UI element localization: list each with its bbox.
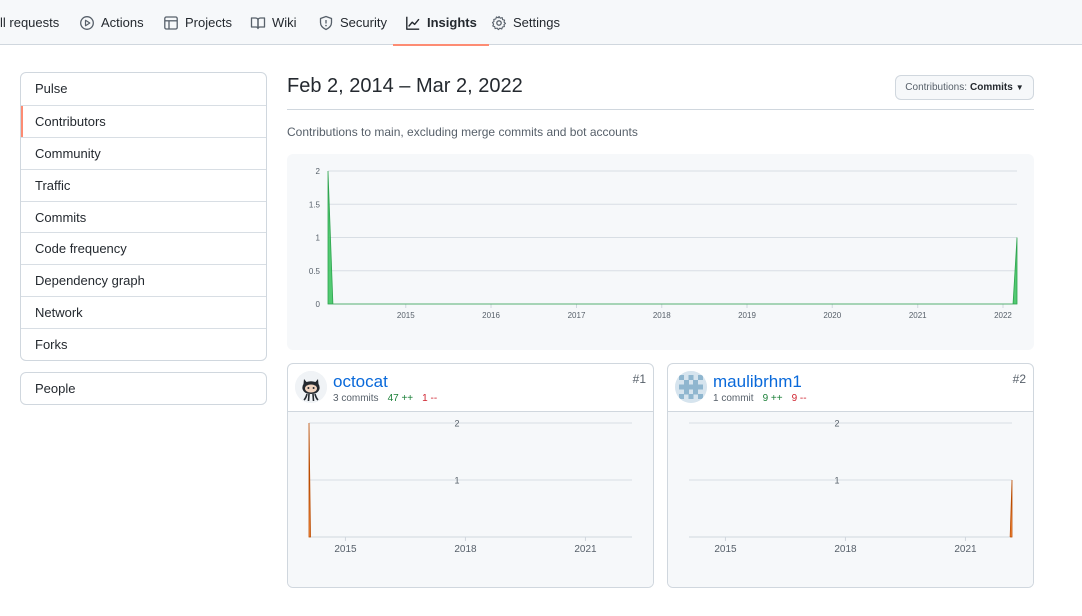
y-tick-label: 2: [834, 419, 839, 429]
gear-icon: [491, 15, 507, 31]
x-tick-label: 2015: [714, 544, 737, 555]
tab-label: ll requests: [0, 15, 60, 30]
y-tick-label: 0: [316, 300, 321, 309]
tab-label: Actions: [101, 15, 144, 30]
y-tick-label: 0.5: [309, 267, 321, 276]
tab-label: Security: [340, 15, 387, 30]
contributor-rank: #1: [632, 372, 646, 386]
contributor-chart[interactable]: 1 2 2015 2018 2021: [668, 412, 1033, 587]
sidebar-item-contributors[interactable]: Contributors: [21, 104, 266, 137]
contributions-chart-svg: 0 0.5 1 1.5 2 2015 2016 2017 2018 2019 2020 2021 202…: [309, 167, 1018, 320]
tab-insights[interactable]: Insights: [393, 0, 489, 46]
additions-count: 47 ++: [387, 393, 414, 404]
contributions-prefix: Contributions:: [905, 82, 967, 93]
tab-actions[interactable]: Actions: [79, 0, 144, 45]
x-tick-label: 2018: [834, 544, 857, 555]
sidebar-item-traffic[interactable]: Traffic: [21, 168, 266, 201]
x-tick-label: 2015: [334, 544, 357, 555]
contributions-dropdown[interactable]: Contributions: Commits ▼: [895, 75, 1034, 100]
x-tick-label: 2018: [653, 311, 671, 320]
contributor-name[interactable]: maulibrhm1: [713, 372, 802, 392]
contributions-chart[interactable]: 0 0.5 1 1.5 2 2015 2016 2017 2018 2019 2020 2021 202…: [287, 154, 1034, 350]
series-area: [1009, 479, 1013, 538]
commit-count-link[interactable]: 1 commit: [713, 393, 754, 404]
contributions-value: Commits: [969, 82, 1013, 93]
chart-subtitle: Contributions to main, excluding merge c…: [287, 125, 638, 139]
tab-label: Insights: [427, 15, 477, 30]
y-tick-label: 1: [834, 476, 839, 486]
contributor-stats: 1 commit 9 ++ 9 --: [713, 393, 807, 404]
y-tick-label: 2: [316, 167, 321, 176]
octocat-avatar-icon[interactable]: [295, 371, 327, 403]
x-tick-label: 2016: [482, 311, 500, 320]
contributor-chart-svg: 1 2 2015 2018 2021: [308, 419, 632, 555]
tab-wiki[interactable]: Wiki: [250, 0, 297, 45]
tab-label: Wiki: [272, 15, 297, 30]
tab-settings[interactable]: Settings: [491, 0, 560, 45]
graph-icon: [405, 15, 421, 31]
identicon-avatar-icon[interactable]: [675, 371, 707, 403]
contributor-name[interactable]: octocat: [333, 372, 388, 392]
y-tick-label: 2: [454, 419, 459, 429]
sidebar-item-commits[interactable]: Commits: [21, 200, 266, 233]
x-tick-label: 2015: [397, 311, 415, 320]
page-title: Feb 2, 2014 – Mar 2, 2022: [287, 75, 523, 97]
tab-pull-requests[interactable]: ll requests: [0, 0, 59, 45]
table-icon: [163, 15, 179, 31]
contributor-chart[interactable]: 1 2 2015 2018 2021: [288, 412, 653, 587]
repo-nav: ll requests Actions Projects Wiki Securi…: [0, 0, 1082, 46]
sidebar-item-dependency-graph[interactable]: Dependency graph: [21, 264, 266, 296]
insights-sidebar: Pulse Contributors Community Traffic Com…: [20, 72, 267, 362]
header-divider: [287, 109, 1034, 110]
contributor-card: octocat 3 commits 47 ++ 1 -- #1 1 2 2015 2018…: [287, 363, 654, 588]
sidebar-item-pulse[interactable]: Pulse: [21, 73, 266, 105]
contributor-chart-svg: 1 2 2015 2018 2021: [689, 419, 1013, 555]
x-tick-label: 2021: [909, 311, 927, 320]
y-tick-label: 1: [316, 234, 321, 243]
tab-label: Settings: [513, 15, 560, 30]
sidebar-item-community[interactable]: Community: [21, 136, 266, 169]
contributor-card-header: octocat 3 commits 47 ++ 1 -- #1: [288, 364, 653, 412]
sidebar-item-people[interactable]: People: [20, 372, 267, 405]
contributor-rank: #2: [1012, 372, 1026, 386]
tab-label: Projects: [185, 15, 232, 30]
x-tick-label: 2017: [568, 311, 586, 320]
x-tick-label: 2019: [738, 311, 756, 320]
x-tick-label: 2020: [823, 311, 841, 320]
additions-count: 9 ++: [762, 393, 783, 404]
deletions-count: 9 --: [791, 393, 807, 404]
contributor-stats: 3 commits 47 ++ 1 --: [333, 393, 437, 404]
sidebar-item-code-frequency[interactable]: Code frequency: [21, 232, 266, 264]
x-tick-label: 2018: [454, 544, 477, 555]
contributor-card: maulibrhm1 1 commit 9 ++ 9 -- #2 1 2 2015 201…: [667, 363, 1034, 588]
commit-count-link[interactable]: 3 commits: [333, 393, 379, 404]
shield-icon: [318, 15, 334, 31]
contributor-card-header: maulibrhm1 1 commit 9 ++ 9 -- #2: [668, 364, 1033, 412]
chevron-down-icon: ▼: [1015, 83, 1024, 92]
y-tick-label: 1.5: [309, 200, 321, 209]
book-icon: [250, 15, 266, 31]
y-tick-label: 1: [454, 476, 459, 486]
x-tick-label: 2022: [994, 311, 1012, 320]
play-icon: [79, 15, 95, 31]
deletions-count: 1 --: [422, 393, 438, 404]
tab-projects[interactable]: Projects: [163, 0, 232, 45]
x-tick-label: 2021: [574, 544, 597, 555]
x-tick-label: 2021: [954, 544, 977, 555]
sidebar-item-forks[interactable]: Forks: [21, 328, 266, 360]
tab-security[interactable]: Security: [318, 0, 387, 45]
sidebar-item-network[interactable]: Network: [21, 296, 266, 328]
